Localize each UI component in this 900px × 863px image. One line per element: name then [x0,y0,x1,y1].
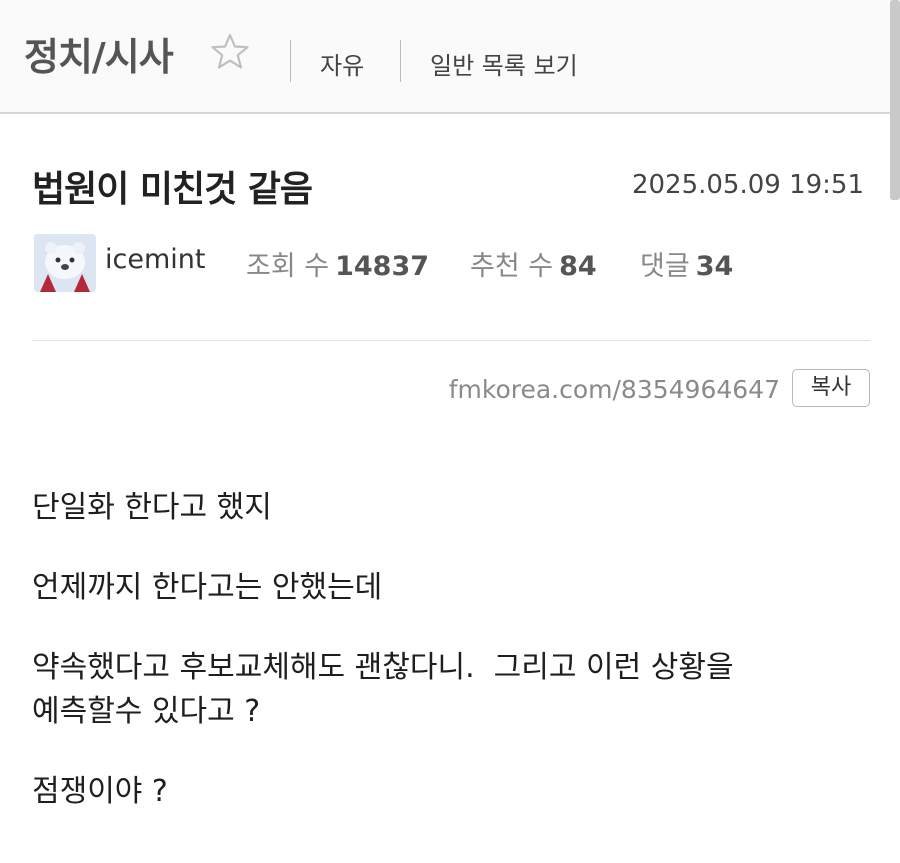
content-paragraph: 언제까지 한다고는 안했는데 [32,570,383,605]
copy-button[interactable]: 복사 [792,369,870,407]
avatar[interactable] [34,234,96,292]
author-name[interactable]: icemint [105,244,205,275]
board-header: 정치/시사 자유 일반 목록 보기 [0,0,900,114]
stat-label: 조회 수 [246,251,330,282]
post-content: 단일화 한다고 했지 언제까지 한다고는 안했는데 약속했다고 후보교체해도 괜… [32,486,872,850]
star-outline-icon[interactable] [210,32,250,72]
nav-link-list-view[interactable]: 일반 목록 보기 [430,46,578,81]
nav-divider [290,40,291,82]
post-date: 2025.05.09 19:51 [631,170,864,200]
recommend-count: 추천 수 84 [470,244,597,283]
post-url[interactable]: fmkorea.com/8354964647 [449,375,780,404]
stat-value: 84 [559,251,597,282]
nav-divider [400,40,401,82]
content-paragraph: 단일화 한다고 했지 [32,490,272,525]
content-paragraph: 약속했다고 후보교체해도 괜찮다니. 그리고 이런 상황을 예측할수 있다고 ? [32,650,734,729]
stat-label: 추천 수 [470,251,554,282]
stat-value: 14837 [335,251,430,282]
board-title[interactable]: 정치/시사 [24,26,174,81]
stat-value: 34 [695,251,734,282]
comment-count: 댓글 34 [640,244,733,283]
view-count: 조회 수 14837 [246,244,429,283]
scrollbar-thumb[interactable] [890,0,900,200]
divider [32,340,870,341]
nav-link-free[interactable]: 자유 [320,46,364,81]
stat-label: 댓글 [640,251,690,282]
content-paragraph: 점쟁이야 ? [32,774,168,809]
post-title: 법원이 미친것 같음 [32,169,313,210]
